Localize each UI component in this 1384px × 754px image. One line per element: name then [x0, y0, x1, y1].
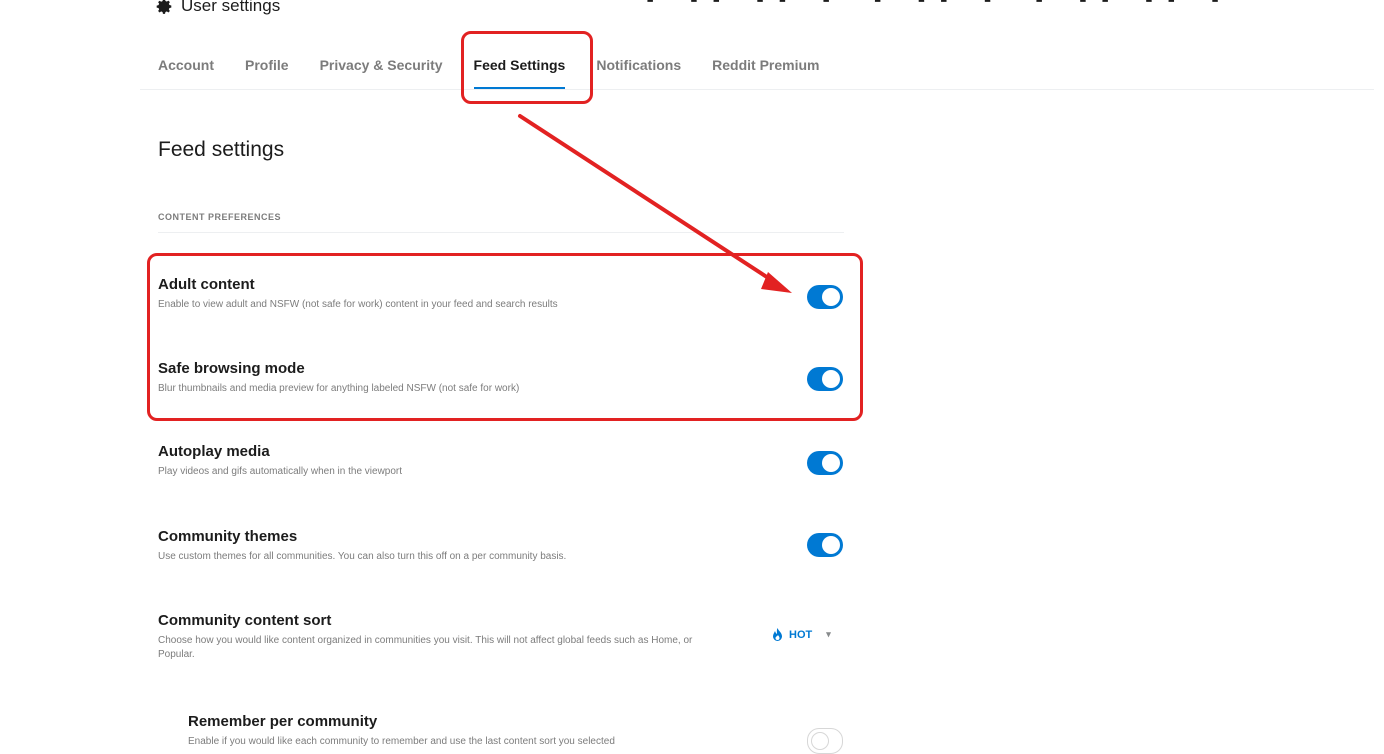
setting-title: Community content sort [158, 612, 332, 629]
page-header-title: User settings [181, 0, 281, 15]
section-divider [158, 232, 844, 233]
remember-per-community-toggle[interactable] [807, 728, 843, 754]
setting-title: Autoplay media [158, 443, 270, 460]
highlight-adult-safe-browsing [147, 253, 863, 421]
section-label: CONTENT PREFERENCES [158, 212, 282, 222]
setting-title: Community themes [158, 528, 298, 545]
setting-description: Enable if you would like each community … [188, 736, 615, 747]
decorative-banner-text: ◠◠◠ ◠◠ ◠◠◠ [645, 0, 1232, 28]
setting-title: Remember per community [188, 713, 378, 730]
highlight-feed-settings-tab [461, 31, 593, 104]
setting-description: Choose how you would like content organi… [158, 635, 693, 660]
gear-icon [156, 0, 172, 14]
tabs-divider [140, 89, 1374, 90]
sort-value: HOT [789, 628, 813, 641]
setting-row-remember-per-community: Remember per community Enable if you wou… [188, 713, 848, 749]
autoplay-media-toggle[interactable] [807, 451, 843, 475]
setting-description: Play videos and gifs automatically when … [158, 466, 403, 477]
setting-row-community-themes: Community themes Use custom themes for a… [158, 528, 848, 564]
tab-account[interactable]: Account [158, 50, 214, 90]
tab-reddit-premium[interactable]: Reddit Premium [712, 50, 819, 90]
setting-row-community-content-sort: Community content sort Choose how you wo… [158, 612, 728, 662]
community-themes-toggle[interactable] [807, 533, 843, 557]
setting-row-autoplay-media: Autoplay media Play videos and gifs auto… [158, 443, 848, 479]
tab-privacy-security[interactable]: Privacy & Security [320, 50, 443, 90]
toggle-knob [822, 536, 840, 554]
toggle-knob [811, 732, 829, 750]
content-sort-dropdown[interactable]: HOT ▾ [772, 628, 831, 641]
flame-icon [773, 628, 782, 641]
setting-description: Use custom themes for all communities. Y… [158, 551, 567, 562]
tab-profile[interactable]: Profile [245, 50, 289, 90]
caret-down-icon: ▾ [826, 629, 831, 639]
page-header: User settings [156, 0, 280, 18]
tab-notifications[interactable]: Notifications [596, 50, 681, 90]
page-title: Feed settings [158, 138, 285, 161]
toggle-knob [822, 454, 840, 472]
